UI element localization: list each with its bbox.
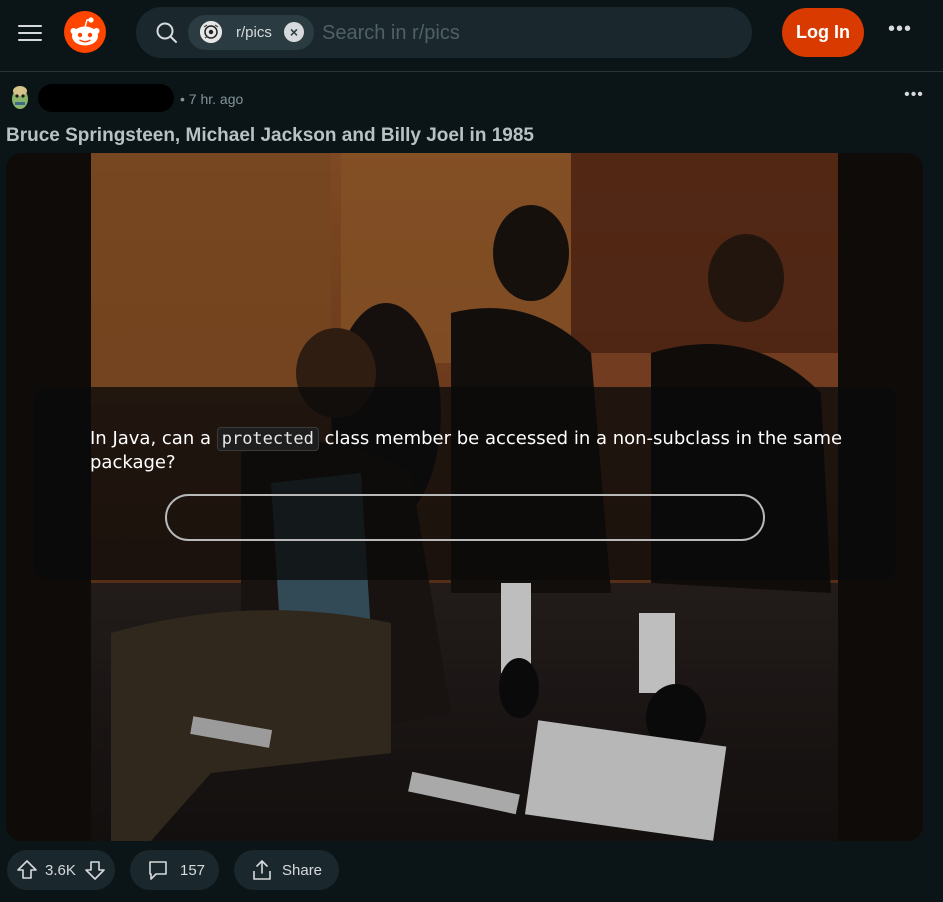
quiz-modal: In Java, can a protected class member be… xyxy=(34,387,896,580)
upvote-arrow-icon[interactable] xyxy=(16,859,38,881)
comment-count: 157 xyxy=(180,862,206,879)
comments-button[interactable]: 157 xyxy=(130,850,219,890)
post-options-icon[interactable]: ••• xyxy=(900,86,928,110)
search-input[interactable] xyxy=(322,19,722,47)
header-divider xyxy=(0,71,943,72)
search-icon xyxy=(156,22,177,43)
quiz-question: In Java, can a protected class member be… xyxy=(90,427,870,475)
comment-bubble-icon xyxy=(149,861,167,880)
close-icon[interactable]: × xyxy=(284,22,304,42)
subreddit-avatar xyxy=(200,21,222,43)
upvote-count: 3.6K xyxy=(45,862,76,879)
more-options-icon[interactable]: ••• xyxy=(880,18,920,48)
share-label: Share xyxy=(282,862,323,879)
hamburger-menu-icon[interactable] xyxy=(18,22,44,44)
quiz-code-keyword: protected xyxy=(216,427,319,451)
vote-bar: 3.6K xyxy=(7,850,115,890)
top-navigation-bar: r/pics × Log In ••• xyxy=(0,0,943,68)
reddit-logo[interactable] xyxy=(64,11,106,53)
quiz-answer-input[interactable] xyxy=(165,494,765,541)
search-bar[interactable]: r/pics × xyxy=(136,7,752,58)
subreddit-filter-chip[interactable]: r/pics × xyxy=(188,15,314,50)
share-icon xyxy=(253,860,271,880)
post-timestamp: • 7 hr. ago xyxy=(180,91,244,107)
redacted-username xyxy=(38,84,174,112)
post-title[interactable]: Bruce Springsteen, Michael Jackson and B… xyxy=(6,125,534,147)
login-button[interactable]: Log In xyxy=(782,8,864,57)
quiz-question-prefix: In Java, can a xyxy=(90,428,217,449)
share-button[interactable]: Share xyxy=(234,850,339,890)
subreddit-chip-label: r/pics xyxy=(236,24,272,41)
author-avatar[interactable] xyxy=(8,83,32,111)
downvote-arrow-icon[interactable] xyxy=(84,859,106,881)
